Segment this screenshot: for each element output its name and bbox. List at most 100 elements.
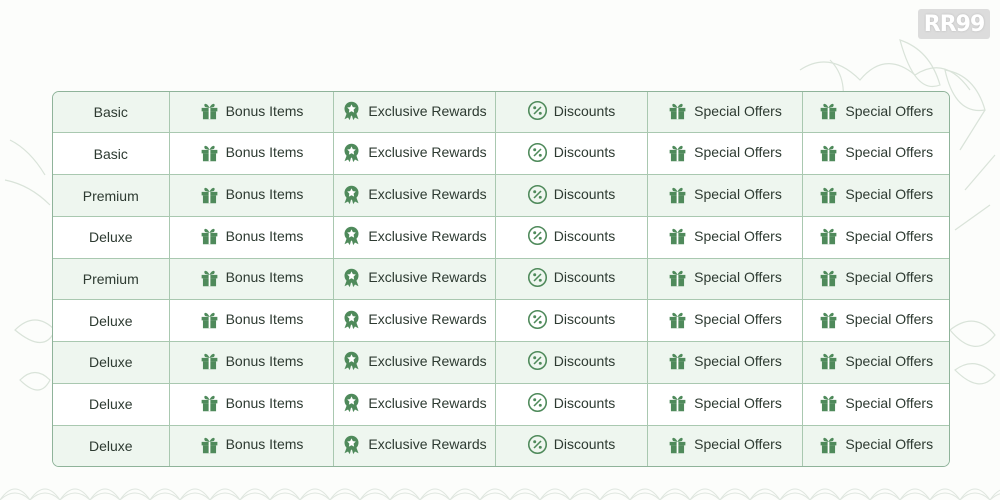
benefit-cell: Bonus Items xyxy=(169,425,334,466)
gift-icon xyxy=(199,434,220,455)
benefit-cell: Special Offers xyxy=(802,216,949,259)
benefit-cell: Special Offers xyxy=(802,341,949,384)
benefit-item: Discounts xyxy=(527,267,615,288)
benefit-cell: Special Offers xyxy=(802,299,949,343)
benefit-item: Exclusive Rewards xyxy=(341,100,487,121)
benefit-label: Special Offers xyxy=(694,186,782,202)
benefit-cell: Discounts xyxy=(495,299,648,343)
benefit-label: Special Offers xyxy=(694,227,782,244)
gift-icon xyxy=(818,225,839,246)
benefit-item: Special Offers xyxy=(667,309,782,330)
benefit-item: Exclusive Rewards xyxy=(341,142,487,163)
benefit-label: Bonus Items xyxy=(225,311,304,328)
benefit-cell: Bonus Items xyxy=(169,216,334,259)
benefit-label: Special Offers xyxy=(845,186,934,202)
benefit-item: Special Offers xyxy=(667,100,782,121)
benefit-label: Special Offers xyxy=(694,269,782,286)
gift-icon xyxy=(667,309,688,330)
table-row: Deluxe Bonus Items Exclusive Rewards Discou… xyxy=(53,299,949,343)
benefit-item: Special Offers xyxy=(667,142,782,163)
benefit-label: Exclusive Rewards xyxy=(368,269,487,286)
benefit-label: Discounts xyxy=(553,102,616,119)
gift-icon xyxy=(199,392,220,413)
benefit-label: Special Offers xyxy=(694,102,782,119)
benefit-item: Special Offers xyxy=(667,184,782,205)
tier-label: Deluxe xyxy=(88,229,133,246)
brand-logo-text: RR99 xyxy=(923,11,985,37)
benefit-cell: Exclusive Rewards xyxy=(333,92,496,134)
benefit-item: Special Offers xyxy=(667,434,782,455)
gift-icon xyxy=(818,100,839,121)
benefit-cell: Special Offers xyxy=(647,92,803,134)
tier-label: Premium xyxy=(82,187,139,204)
benefit-cell: Special Offers xyxy=(647,425,803,466)
benefit-item: Special Offers xyxy=(818,434,933,455)
benefit-item: Discounts xyxy=(527,142,615,163)
benefit-label: Special Offers xyxy=(845,102,934,119)
benefit-item: Bonus Items xyxy=(199,184,303,205)
benefit-item: Bonus Items xyxy=(199,350,303,371)
benefit-item: Bonus Items xyxy=(199,100,303,121)
tier-label: Deluxe xyxy=(88,354,133,371)
benefit-label: Discounts xyxy=(553,144,616,161)
benefit-label: Exclusive Rewards xyxy=(368,352,487,369)
percent-icon xyxy=(527,100,548,121)
benefit-label: Special Offers xyxy=(694,436,782,453)
benefit-cell: Special Offers xyxy=(802,132,949,176)
benefit-item: Special Offers xyxy=(818,142,933,163)
benefit-item: Discounts xyxy=(527,434,615,455)
benefit-cell: Special Offers xyxy=(802,258,949,301)
benefits-table-body: Basic Bonus Items Exclusive Rewards Discoun… xyxy=(53,92,949,466)
benefit-item: Bonus Items xyxy=(199,267,304,288)
benefit-item: Special Offers xyxy=(667,267,782,288)
benefit-cell: Special Offers xyxy=(802,383,949,426)
percent-icon xyxy=(527,309,548,330)
benefit-label: Exclusive Rewards xyxy=(368,311,487,328)
benefit-cell: Discounts xyxy=(495,383,648,426)
benefit-item: Special Offers xyxy=(667,392,782,413)
benefit-cell: Exclusive Rewards xyxy=(333,299,496,343)
benefit-label: Discounts xyxy=(553,311,616,328)
benefit-cell: Special Offers xyxy=(802,174,949,217)
benefit-cell: Bonus Items xyxy=(169,383,334,426)
award-badge-icon xyxy=(341,392,362,413)
benefit-item: Special Offers xyxy=(667,350,782,371)
benefit-cell: Exclusive Rewards xyxy=(333,258,496,301)
tier-label: Deluxe xyxy=(88,396,133,413)
benefit-label: Bonus Items xyxy=(225,269,304,286)
gift-icon xyxy=(818,392,839,413)
percent-icon xyxy=(527,184,548,205)
award-badge-icon xyxy=(341,142,362,163)
benefit-label: Special Offers xyxy=(694,311,782,328)
gift-icon xyxy=(818,184,839,205)
benefit-item: Special Offers xyxy=(818,350,933,371)
benefit-label: Special Offers xyxy=(845,269,934,286)
benefit-item: Special Offers xyxy=(818,267,933,288)
table-row: Premium Bonus Items Exclusive Rewards Disco… xyxy=(53,258,949,301)
percent-icon xyxy=(527,392,548,413)
gift-icon xyxy=(818,309,839,330)
tier-label: Deluxe xyxy=(88,437,133,454)
benefit-item: Bonus Items xyxy=(199,225,303,246)
benefit-item: Special Offers xyxy=(818,184,933,205)
award-badge-icon xyxy=(341,100,362,121)
tier-label: Basic xyxy=(93,104,128,121)
benefit-label: Bonus Items xyxy=(225,436,304,453)
benefit-label: Exclusive Rewards xyxy=(368,186,487,202)
gift-icon xyxy=(199,350,220,371)
table-row: Deluxe Bonus Items Exclusive Rewards Discou… xyxy=(53,425,949,466)
benefit-label: Special Offers xyxy=(694,394,782,411)
benefits-table-container: Basic Bonus Items Exclusive Rewards Discoun… xyxy=(52,91,950,467)
tier-cell: Basic xyxy=(53,92,170,134)
brand-logo: RR99 xyxy=(918,9,990,39)
benefit-item: Bonus Items xyxy=(199,392,303,413)
percent-icon xyxy=(527,350,548,371)
table-row: Premium Bonus Items Exclusive Rewards Disco… xyxy=(53,174,949,217)
benefit-cell: Bonus Items xyxy=(169,341,334,384)
benefit-cell: Discounts xyxy=(495,341,648,384)
award-badge-icon xyxy=(341,350,362,371)
gift-icon xyxy=(667,392,688,413)
percent-icon xyxy=(527,434,548,455)
gift-icon xyxy=(667,184,688,205)
gift-icon xyxy=(199,225,220,246)
